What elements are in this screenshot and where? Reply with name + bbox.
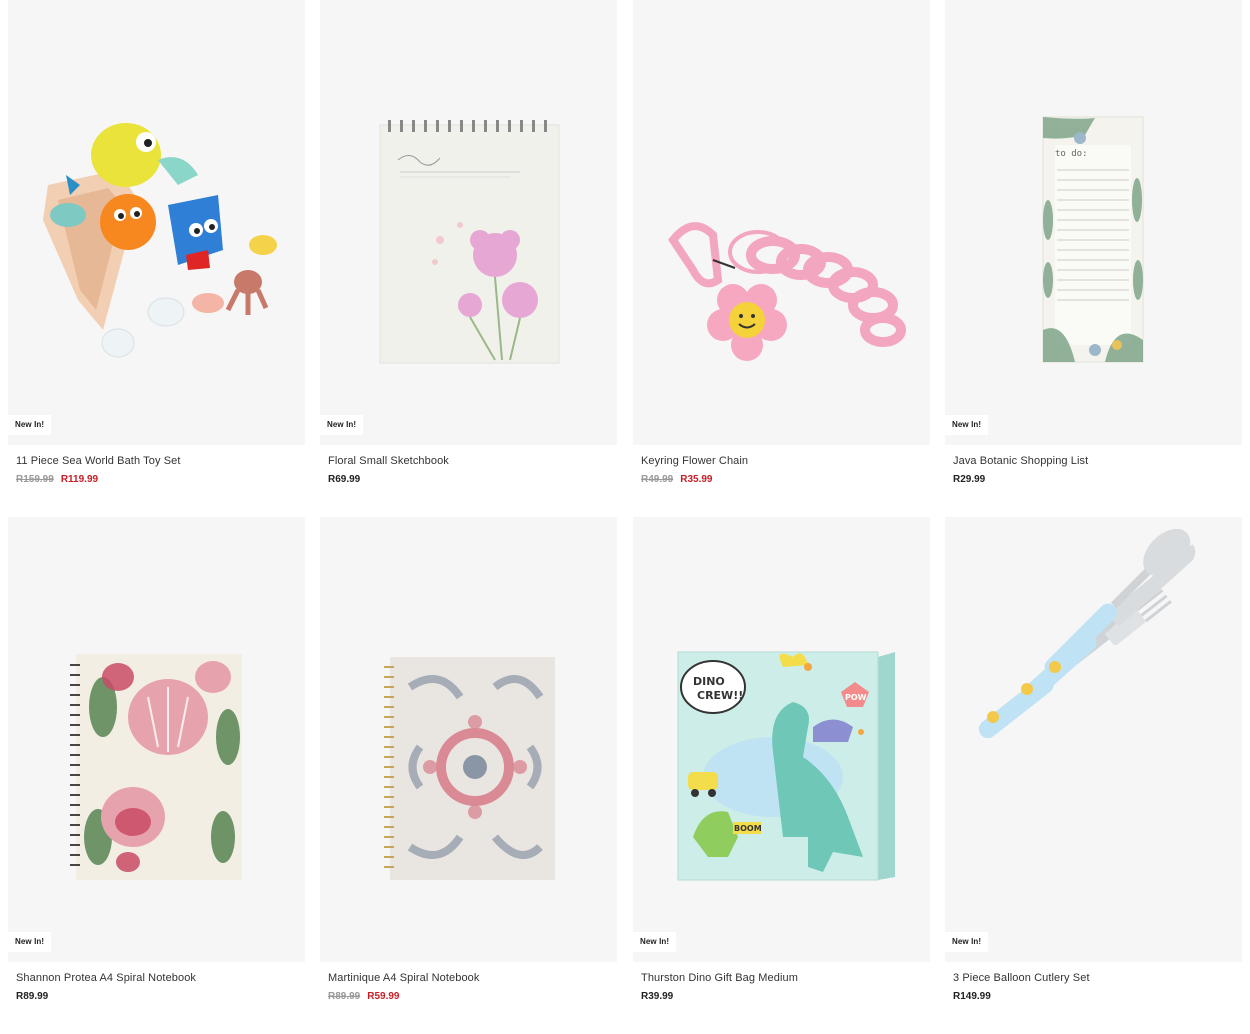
product-card[interactable]: Martinique A4 Spiral Notebook R89.99 R59.… [320, 517, 617, 1002]
product-price: R149.99 [953, 991, 991, 1002]
bath-toy-set-image [43, 123, 277, 358]
product-image[interactable] [320, 517, 617, 962]
price: R39.99 [641, 991, 674, 1002]
product-image[interactable] [633, 0, 930, 445]
was-price: R89.99 [328, 991, 361, 1002]
dino-crew-text-2: CREW!! [697, 689, 743, 702]
product-name[interactable]: Thurston Dino Gift Bag Medium [641, 972, 798, 984]
product-price: R89.99 R59.99 [328, 991, 400, 1002]
dino-crew-text: DINO [693, 675, 725, 688]
product-name[interactable]: Shannon Protea A4 Spiral Notebook [16, 972, 196, 984]
product-price: R29.99 [953, 474, 985, 485]
cutlery-set-image [978, 528, 1196, 739]
was-price: R49.99 [641, 474, 674, 485]
sketchbook-image [379, 120, 560, 364]
new-in-badge: New In! [633, 932, 677, 952]
product-card[interactable]: New In! 3 Piece Balloon Cutlery Set R149… [945, 517, 1242, 1002]
shopping-list-heading: to do: [1055, 149, 1088, 159]
product-card[interactable]: to do: New In! Java Botanic Shopping Lis… [945, 0, 1242, 485]
price: R149.99 [953, 991, 991, 1002]
product-card[interactable]: New In! Shannon Protea A4 Spiral Noteboo… [8, 517, 305, 1002]
product-image[interactable]: New In! [320, 0, 617, 445]
product-image[interactable]: to do: New In! [945, 0, 1242, 445]
product-image[interactable]: New In! [945, 517, 1242, 962]
boom-text: BOOM [734, 824, 762, 833]
product-price: R159.99 R119.99 [16, 474, 98, 485]
price: R69.99 [328, 474, 361, 485]
protea-notebook-image [70, 654, 242, 880]
new-in-badge: New In! [320, 415, 364, 435]
dino-gift-bag-image: DINO CREW!! POW BOOM [677, 651, 895, 881]
price: R89.99 [16, 991, 49, 1002]
keyring-image [668, 222, 906, 361]
sale-price: R35.99 [680, 474, 713, 485]
product-card[interactable]: DINO CREW!! POW BOOM New In! Thurston Di… [633, 517, 930, 1002]
new-in-badge: New In! [945, 415, 989, 435]
product-price: R89.99 [16, 991, 48, 1002]
product-name[interactable]: Keyring Flower Chain [641, 455, 748, 467]
product-image[interactable]: New In! [8, 517, 305, 962]
product-name[interactable]: Martinique A4 Spiral Notebook [328, 972, 480, 984]
product-name[interactable]: Floral Small Sketchbook [328, 455, 449, 467]
new-in-badge: New In! [945, 932, 989, 952]
product-image[interactable]: DINO CREW!! POW BOOM New In! [633, 517, 930, 962]
product-price: R49.99 R35.99 [641, 474, 713, 485]
new-in-badge: New In! [8, 932, 52, 952]
was-price: R159.99 [16, 474, 54, 485]
product-card[interactable]: New In! Floral Small Sketchbook R69.99 [320, 0, 617, 485]
product-image[interactable]: New In! [8, 0, 305, 445]
product-name[interactable]: Java Botanic Shopping List [953, 455, 1088, 467]
shopping-list-image: to do: [1042, 116, 1144, 363]
product-name[interactable]: 11 Piece Sea World Bath Toy Set [16, 455, 181, 467]
new-in-badge: New In! [8, 415, 52, 435]
product-price: R69.99 [328, 474, 360, 485]
product-card[interactable]: Keyring Flower Chain R49.99 R35.99 [633, 0, 930, 485]
product-price: R39.99 [641, 991, 673, 1002]
price: R29.99 [953, 474, 986, 485]
product-card[interactable]: New In! 11 Piece Sea World Bath Toy Set … [8, 0, 305, 485]
sale-price: R59.99 [367, 991, 400, 1002]
martinique-notebook-image [384, 657, 555, 880]
product-name[interactable]: 3 Piece Balloon Cutlery Set [953, 972, 1090, 984]
pow-text: POW [845, 693, 867, 702]
sale-price: R119.99 [60, 474, 99, 485]
